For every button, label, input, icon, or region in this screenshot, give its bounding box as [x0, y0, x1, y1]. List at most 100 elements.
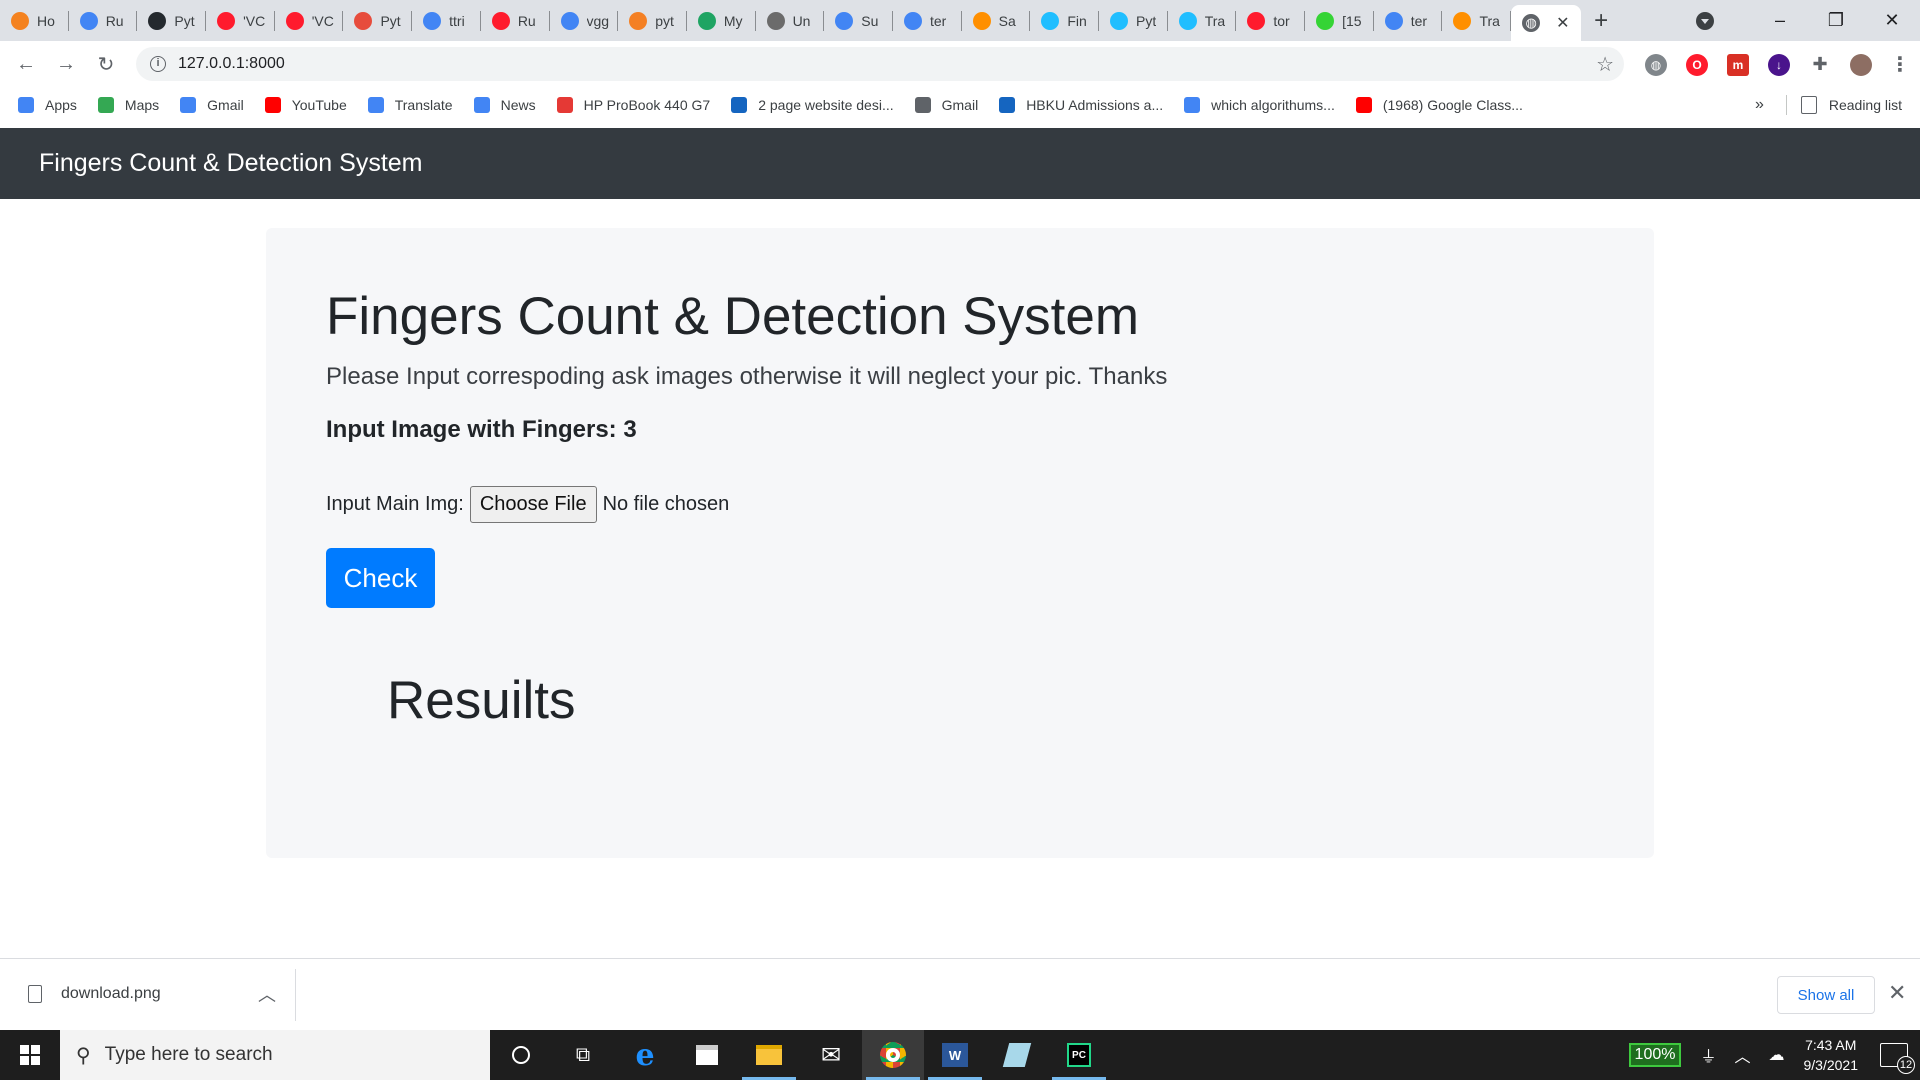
- check-button[interactable]: Check: [326, 548, 435, 608]
- tab[interactable]: Ho: [0, 0, 69, 41]
- start-button[interactable]: [0, 1030, 60, 1080]
- system-tray: 100% ⏚ ︿ ☁ 7:43 AM 9/3/2021 12: [1628, 1030, 1920, 1080]
- reload-button[interactable]: ↻: [86, 52, 126, 77]
- store-icon[interactable]: [676, 1030, 738, 1080]
- file-explorer-icon[interactable]: [738, 1030, 800, 1080]
- choose-file-button[interactable]: Choose File: [469, 486, 597, 523]
- site-info-icon[interactable]: i: [150, 56, 166, 72]
- download-file-name[interactable]: download.png: [61, 985, 161, 1003]
- opera-extension-icon[interactable]: O: [1686, 53, 1708, 76]
- pycharm-icon[interactable]: PC: [1048, 1030, 1110, 1080]
- tab[interactable]: Pyt: [137, 0, 206, 41]
- network-icon[interactable]: ☁: [1769, 1045, 1785, 1065]
- tab[interactable]: vgg: [550, 0, 619, 41]
- tab[interactable]: Tra: [1168, 0, 1237, 41]
- bookmark-label: YouTube: [291, 97, 347, 113]
- power-plug-icon[interactable]: ⏚: [1700, 1043, 1716, 1067]
- chrome-menu-icon[interactable]: ⋮: [1890, 52, 1910, 77]
- bookmark-item[interactable]: Translate: [367, 97, 453, 113]
- google-icon: [423, 11, 442, 30]
- bookmark-item[interactable]: News: [473, 97, 536, 113]
- address-url[interactable]: 127.0.0.1:8000: [178, 55, 285, 73]
- tab[interactable]: Pyt: [1099, 0, 1168, 41]
- word-icon[interactable]: W: [924, 1030, 986, 1080]
- navbar-brand[interactable]: Fingers Count & Detection System: [39, 149, 423, 178]
- more-bookmarks-button[interactable]: »: [1755, 96, 1764, 114]
- tab[interactable]: Fin: [1030, 0, 1099, 41]
- battery-indicator[interactable]: 100%: [1628, 1043, 1682, 1067]
- bookmark-item[interactable]: Gmail: [914, 97, 978, 113]
- tab[interactable]: Pyt: [343, 0, 412, 41]
- close-shelf-icon[interactable]: ✕: [1888, 980, 1906, 1006]
- tab[interactable]: tor: [1236, 0, 1305, 41]
- search-placeholder[interactable]: Type here to search: [105, 1044, 273, 1066]
- chrome-icon[interactable]: [862, 1030, 924, 1080]
- bookmark-label: (1968) Google Class...: [1382, 97, 1523, 113]
- bookmark-item[interactable]: Gmail: [180, 97, 244, 113]
- profile-avatar[interactable]: [1850, 53, 1872, 76]
- bookmark-item[interactable]: YouTube: [264, 97, 347, 113]
- reading-list-icon[interactable]: [1800, 96, 1817, 114]
- tab[interactable]: 'VC: [206, 0, 275, 41]
- tab[interactable]: ter: [893, 0, 962, 41]
- cortana-icon[interactable]: [490, 1030, 552, 1080]
- back-button[interactable]: ←: [6, 53, 46, 76]
- tab[interactable]: Tra: [1442, 0, 1511, 41]
- tab[interactable]: ter: [1374, 0, 1443, 41]
- pocket-extension-icon[interactable]: m: [1727, 53, 1749, 76]
- extensions-area: ◍ O m ↓ ✚ ⋮: [1626, 41, 1910, 88]
- close-tab-icon[interactable]: ✕: [1556, 13, 1569, 33]
- reading-list-label[interactable]: Reading list: [1829, 97, 1902, 113]
- close-window-button[interactable]: ✕: [1864, 10, 1920, 31]
- google-icon: [180, 97, 197, 113]
- system-clock[interactable]: 7:43 AM 9/3/2021: [1804, 1035, 1859, 1075]
- bookmark-item[interactable]: (1968) Google Class...: [1355, 97, 1523, 113]
- forward-button[interactable]: →: [46, 53, 86, 76]
- restore-button[interactable]: ❐: [1808, 10, 1864, 31]
- youtube-icon: [1355, 97, 1372, 113]
- address-bar[interactable]: i 127.0.0.1:8000 ☆: [136, 47, 1624, 81]
- tab[interactable]: Su: [824, 0, 893, 41]
- results-heading: Resuilts: [387, 671, 576, 730]
- task-view-icon[interactable]: ⧉: [552, 1030, 614, 1080]
- tab[interactable]: [15: [1305, 0, 1374, 41]
- notes-app-icon[interactable]: [986, 1030, 1048, 1080]
- chevron-up-icon[interactable]: ︿: [258, 981, 276, 1007]
- tab-title: tor: [1273, 12, 1290, 29]
- minimize-button[interactable]: –: [1752, 10, 1808, 31]
- mail-icon[interactable]: ✉: [800, 1030, 862, 1080]
- bookmark-item[interactable]: 2 page website desi...: [731, 97, 894, 113]
- taskbar-search[interactable]: ⚲ Type here to search: [60, 1030, 490, 1080]
- tab[interactable]: pyt: [618, 0, 687, 41]
- new-tab-button[interactable]: +: [1581, 0, 1621, 41]
- tab[interactable]: Ru: [481, 0, 550, 41]
- chevron-up-tray-icon[interactable]: ︿: [1734, 1043, 1750, 1067]
- extensions-puzzle-icon[interactable]: ✚: [1809, 54, 1831, 76]
- tab[interactable]: Un: [756, 0, 825, 41]
- show-all-button[interactable]: Show all: [1777, 976, 1875, 1014]
- tab-active[interactable]: ◍ ✕: [1511, 5, 1582, 41]
- bookmark-item[interactable]: HP ProBook 440 G7: [556, 97, 710, 113]
- bookmark-label: Translate: [394, 97, 453, 113]
- bookmark-label: HBKU Admissions a...: [1026, 97, 1164, 113]
- vpn-globe-icon[interactable]: ◍: [1645, 53, 1667, 76]
- bookmark-star-icon[interactable]: ☆: [1596, 52, 1614, 77]
- tab[interactable]: 'VC: [275, 0, 344, 41]
- tab[interactable]: ttri: [412, 0, 481, 41]
- download-shelf: download.png ︿ Show all ✕: [0, 958, 1920, 1030]
- edge-icon[interactable]: e: [614, 1030, 676, 1080]
- tab-title: Ru: [517, 12, 536, 29]
- bookmark-item[interactable]: which algorithums...: [1184, 97, 1335, 113]
- bookmark-item[interactable]: HBKU Admissions a...: [999, 97, 1163, 113]
- google-icon: [79, 11, 98, 30]
- bookmark-item[interactable]: Apps: [18, 97, 77, 113]
- tab[interactable]: My: [687, 0, 756, 41]
- tab-search-icon[interactable]: [1696, 11, 1714, 30]
- bookmark-item[interactable]: Maps: [97, 97, 159, 113]
- site-navbar: Fingers Count & Detection System: [0, 128, 1920, 199]
- tab[interactable]: Sa: [962, 0, 1031, 41]
- tab[interactable]: Ru: [69, 0, 138, 41]
- notification-center-icon[interactable]: 12: [1880, 1043, 1915, 1074]
- download-extension-icon[interactable]: ↓: [1768, 53, 1790, 76]
- kaggle-icon: [1041, 11, 1060, 30]
